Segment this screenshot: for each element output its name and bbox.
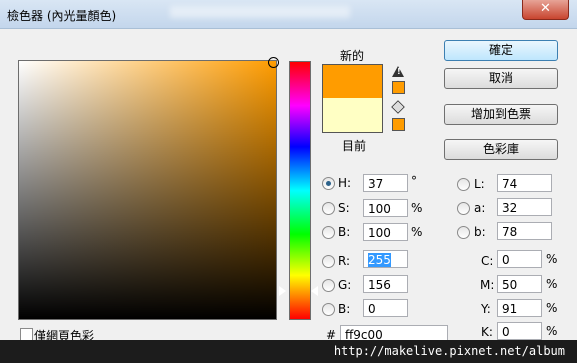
blue-label: B: <box>338 302 351 316</box>
hue-slider-left-arrow[interactable] <box>278 285 286 297</box>
window-title: 檢色器 (內光量顏色) <box>7 9 117 23</box>
saturation-input[interactable]: 100 <box>363 199 408 217</box>
blue-input[interactable]: 0 <box>363 299 408 317</box>
cyan-unit: % <box>546 252 558 266</box>
new-color-label: 新的 <box>340 49 365 63</box>
blurred-title-region <box>170 6 350 18</box>
lab-l-input[interactable]: 74 <box>497 174 552 192</box>
lab-l-label: L: <box>474 177 485 191</box>
cube-icon[interactable] <box>391 100 405 114</box>
blue-radio[interactable] <box>322 303 335 316</box>
current-color-label: 目前 <box>342 139 367 153</box>
black-label: K: <box>481 325 493 339</box>
green-input[interactable]: 156 <box>363 275 408 293</box>
lab-b-input[interactable]: 78 <box>497 222 552 240</box>
saturation-radio[interactable] <box>322 202 335 215</box>
brightness-label: B: <box>338 225 351 239</box>
current-color-swatch[interactable] <box>323 98 382 132</box>
green-radio[interactable] <box>322 279 335 292</box>
hue-unit: ° <box>411 174 417 188</box>
color-comparison-swatch <box>322 64 383 133</box>
color-picker-window: 檢色器 (內光量顏色) ✕ 新的 目前 ! 確定 取消 增加到色票 色彩庫 H:… <box>0 0 577 363</box>
add-to-swatches-button[interactable]: 增加到色票 <box>444 104 558 125</box>
new-color-swatch <box>323 65 382 98</box>
lab-a-label: a: <box>474 201 486 215</box>
lab-a-radio[interactable] <box>457 202 470 215</box>
warning-icon[interactable]: ! <box>392 66 404 77</box>
hue-slider[interactable] <box>289 61 311 320</box>
lab-b-label: b: <box>474 225 486 239</box>
red-radio[interactable] <box>322 255 335 268</box>
red-input[interactable]: 255 <box>363 250 408 268</box>
saturation-unit: % <box>411 201 423 215</box>
hue-label: H: <box>338 176 352 190</box>
cyan-input[interactable]: 0 <box>497 250 542 268</box>
websafe-correction-swatch[interactable] <box>392 118 405 131</box>
hue-input[interactable]: 37 <box>363 174 408 192</box>
close-button[interactable]: ✕ <box>522 0 569 20</box>
brightness-unit: % <box>411 225 423 239</box>
saturation-label: S: <box>338 201 350 215</box>
red-value: 255 <box>368 253 391 267</box>
ok-button[interactable]: 確定 <box>444 40 558 61</box>
color-libraries-button[interactable]: 色彩庫 <box>444 139 558 160</box>
color-field[interactable] <box>18 60 277 320</box>
yellow-unit: % <box>546 301 558 315</box>
brightness-radio[interactable] <box>322 226 335 239</box>
hue-radio[interactable] <box>322 177 335 190</box>
lab-b-radio[interactable] <box>457 226 470 239</box>
color-field-marker[interactable] <box>268 57 279 68</box>
black-input[interactable]: 0 <box>497 322 542 340</box>
title-bar[interactable]: 檢色器 (內光量顏色) ✕ <box>0 0 577 29</box>
lab-a-input[interactable]: 32 <box>497 198 552 216</box>
hue-slider-right-arrow[interactable] <box>310 285 318 297</box>
red-label: R: <box>338 254 351 268</box>
black-unit: % <box>546 324 558 338</box>
watermark-url: http://makelive.pixnet.net/album <box>0 340 577 363</box>
green-label: G: <box>338 278 352 292</box>
magenta-unit: % <box>546 277 558 291</box>
magenta-input[interactable]: 50 <box>497 275 542 293</box>
yellow-label: Y: <box>481 302 491 316</box>
cancel-button[interactable]: 取消 <box>444 68 558 89</box>
brightness-input[interactable]: 100 <box>363 223 408 241</box>
magenta-label: M: <box>480 278 495 292</box>
gamut-correction-swatch[interactable] <box>392 81 405 94</box>
yellow-input[interactable]: 91 <box>497 299 542 317</box>
cyan-label: C: <box>481 254 494 268</box>
lab-l-radio[interactable] <box>457 178 470 191</box>
